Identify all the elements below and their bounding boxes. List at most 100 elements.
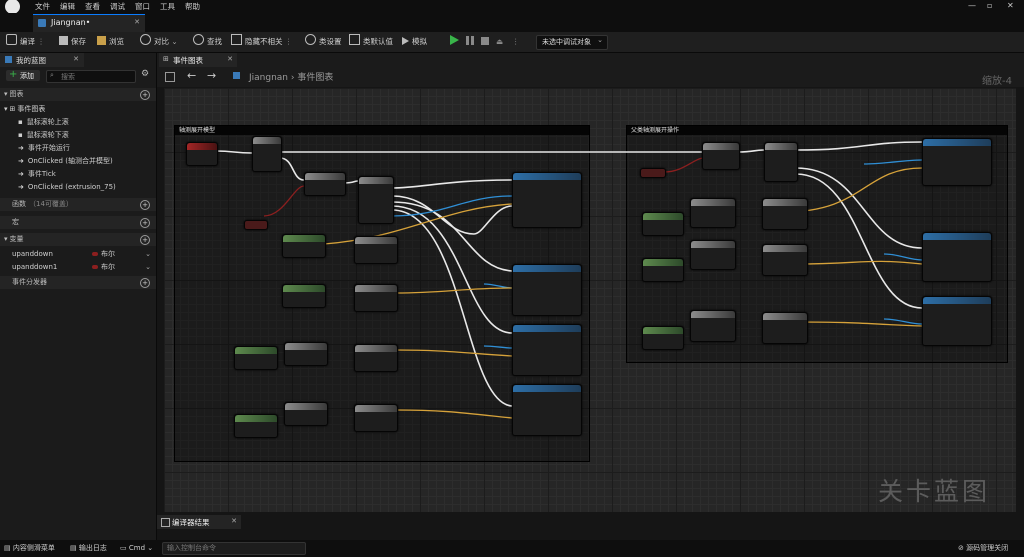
node-break-vector[interactable] <box>690 198 736 228</box>
node-sequence-2[interactable] <box>358 176 394 224</box>
node-break-vector[interactable] <box>284 342 328 366</box>
cmd-dropdown[interactable]: ▭ Cmd ⌄ <box>120 540 153 557</box>
tab-close-icon[interactable]: ✕ <box>231 517 237 525</box>
node-lerp[interactable] <box>354 344 398 372</box>
node-set-relative-location[interactable] <box>512 264 582 316</box>
menu-debug[interactable]: 调试 <box>105 0 130 13</box>
simulate-button[interactable]: 模拟 <box>402 32 427 52</box>
output-log-button[interactable]: ▤ 输出日志 <box>70 540 107 557</box>
node-vector-math[interactable] <box>642 212 684 236</box>
diff-button[interactable]: 对比 ⌄ <box>140 32 178 52</box>
node-get-upanddown[interactable] <box>244 220 268 230</box>
node-lerp[interactable] <box>762 244 808 276</box>
breadcrumb-child[interactable]: 事件图表 <box>297 73 333 83</box>
graph-canvas[interactable]: 轴测展开模型 父类轴测展开操作 <box>164 88 1016 512</box>
add-dispatcher-icon[interactable]: + <box>140 278 150 288</box>
menu-tools[interactable]: 工具 <box>155 0 180 13</box>
section-graphs[interactable]: ▾ 图表 + <box>0 88 156 101</box>
tab-close-icon[interactable]: ✕ <box>134 18 140 26</box>
forward-arrow-icon[interactable]: → <box>207 69 216 82</box>
menu-window[interactable]: 窗口 <box>130 0 155 13</box>
add-variable-icon[interactable]: + <box>140 235 150 245</box>
tree-event-item[interactable]: ➜ OnClicked (轴测合并模型) <box>0 155 156 168</box>
save-button[interactable]: 保存 <box>59 32 86 52</box>
menu-view[interactable]: 查看 <box>80 0 105 13</box>
gear-icon[interactable]: ⚙ <box>141 69 149 79</box>
menu-help[interactable]: 帮助 <box>180 0 205 13</box>
node-vector-math[interactable] <box>642 258 684 282</box>
node-branch[interactable] <box>702 142 740 170</box>
node-vector-math[interactable] <box>282 284 326 308</box>
node-branch[interactable] <box>304 172 346 196</box>
stop-button[interactable] <box>481 32 489 52</box>
tree-event-item[interactable]: ▪ 鼠标滚轮上滚 <box>0 116 156 129</box>
node-sequence[interactable] <box>764 142 798 182</box>
node-set-relative-location[interactable] <box>922 296 992 346</box>
document-tab[interactable]: Jiangnan• ✕ <box>33 14 145 32</box>
menu-edit[interactable]: 编辑 <box>55 0 80 13</box>
node-lerp[interactable] <box>354 404 398 432</box>
section-macros[interactable]: 宏 + <box>0 216 156 229</box>
variable-row[interactable]: upanddown 布尔 ⌄ <box>0 248 156 261</box>
node-break-vector[interactable] <box>284 402 328 426</box>
node-set-relative-location[interactable] <box>512 172 582 228</box>
tab-event-graph[interactable]: ⊞ 事件图表 ✕ <box>159 53 237 67</box>
tab-compiler-results[interactable]: 编译器结果 ✕ <box>157 515 241 529</box>
breadcrumb-root[interactable]: Jiangnan <box>249 73 288 83</box>
browse-button[interactable]: 浏览 <box>97 32 124 52</box>
back-arrow-icon[interactable]: ← <box>187 69 196 82</box>
node-set-relative-location[interactable] <box>922 232 992 282</box>
add-graph-icon[interactable]: + <box>140 90 150 100</box>
node-lerp[interactable] <box>762 198 808 230</box>
eject-button[interactable]: ⏏ <box>496 32 503 52</box>
source-control-button[interactable]: ⊘ 源码管理关闭 <box>958 540 1008 557</box>
section-dispatchers[interactable]: 事件分发器 + <box>0 276 156 289</box>
class-settings-button[interactable]: 类设置 <box>305 32 342 52</box>
node-get-upanddown1[interactable] <box>640 168 666 178</box>
tree-event-graph[interactable]: ▾ ⊞ 事件图表 <box>0 103 156 116</box>
console-input[interactable]: 输入控制台命令 <box>162 542 306 555</box>
content-drawer-button[interactable]: ▤ 内容侧滑菜单 <box>4 540 55 557</box>
add-macro-icon[interactable]: + <box>140 218 150 228</box>
debug-target-dropdown[interactable]: 未选中调试对象 ⌄ <box>536 35 608 50</box>
search-input[interactable]: ⌕ 搜索 <box>46 70 136 83</box>
node-sequence[interactable] <box>252 136 282 172</box>
maximize-icon[interactable]: ▫ <box>987 2 995 10</box>
tab-close-icon[interactable]: ✕ <box>73 55 79 63</box>
graph-overview-icon[interactable] <box>165 72 175 82</box>
class-defaults-button[interactable]: 类默认值 <box>349 32 393 52</box>
add-function-icon[interactable]: + <box>140 200 150 210</box>
close-icon[interactable]: ✕ <box>1007 2 1015 10</box>
minimize-icon[interactable]: — <box>968 2 976 10</box>
tree-event-item[interactable]: ➜ OnClicked (extrusion_75) <box>0 181 156 194</box>
node-lerp[interactable] <box>762 312 808 344</box>
compile-button[interactable]: 编译 ⋮ <box>6 32 45 52</box>
play-button[interactable] <box>450 32 459 52</box>
hide-unrelated-button[interactable]: 隐藏不相关 ⋮ <box>231 32 292 52</box>
node-vector-math[interactable] <box>642 326 684 350</box>
chevron-down-icon[interactable]: ⌄ <box>145 261 151 274</box>
unreal-logo-icon[interactable] <box>5 0 20 14</box>
tab-close-icon[interactable]: ✕ <box>227 55 233 63</box>
pause-button[interactable] <box>466 32 474 52</box>
chevron-down-icon[interactable]: ⌄ <box>145 248 151 261</box>
node-lerp[interactable] <box>354 236 398 264</box>
node-vector-math[interactable] <box>234 414 278 438</box>
tree-event-item[interactable]: ➜ 事件开始运行 <box>0 142 156 155</box>
section-functions[interactable]: 函数 （14可覆盖） + <box>0 198 156 211</box>
node-break-vector[interactable] <box>690 310 736 342</box>
my-blueprint-tab[interactable]: 我的蓝图 ✕ <box>0 53 84 67</box>
node-event-tick[interactable] <box>186 142 218 166</box>
node-break-vector[interactable] <box>690 240 736 270</box>
section-variables[interactable]: ▾ 变量 + <box>0 233 156 246</box>
play-options-button[interactable]: ⋮ <box>512 32 520 52</box>
node-vector-math[interactable] <box>234 346 278 370</box>
node-lerp[interactable] <box>354 284 398 312</box>
node-set-relative-location[interactable] <box>922 138 992 186</box>
find-button[interactable]: 查找 <box>193 32 222 52</box>
node-set-relative-location[interactable] <box>512 384 582 436</box>
add-button[interactable]: + 添加 <box>6 69 40 81</box>
node-set-relative-location[interactable] <box>512 324 582 376</box>
tree-event-item[interactable]: ▪ 鼠标滚轮下滚 <box>0 129 156 142</box>
menu-file[interactable]: 文件 <box>30 0 55 13</box>
